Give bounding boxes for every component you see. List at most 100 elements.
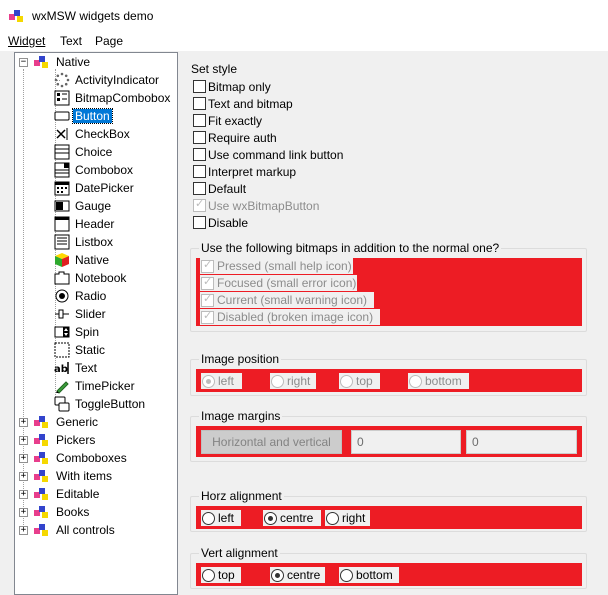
menu-page[interactable]: Page	[95, 34, 123, 48]
toggle-icon	[54, 396, 70, 412]
tree-item-radio[interactable]: Radio	[15, 287, 175, 305]
wx-logo-icon	[34, 434, 48, 446]
radio-circle[interactable]	[202, 569, 215, 582]
checkbox-box[interactable]	[193, 114, 206, 127]
radio-circle	[409, 375, 422, 388]
radio-circle	[340, 375, 353, 388]
radio-position-top: top	[339, 373, 380, 389]
radio-vert-bottom[interactable]: bottom	[339, 567, 399, 583]
checkbox-box	[201, 292, 214, 307]
tree-item-slider[interactable]: Slider	[15, 305, 175, 323]
button-icon	[54, 111, 70, 121]
tree-item-datepicker[interactable]: DatePicker	[15, 179, 175, 197]
radio-circle[interactable]	[340, 569, 353, 582]
radio-circle	[202, 375, 215, 388]
vert-alignment-title: Vert alignment	[199, 546, 280, 560]
collapse-icon[interactable]: −	[19, 58, 28, 67]
wx-logo-icon	[34, 416, 48, 428]
tree-item-activityindicator[interactable]: ActivityIndicator	[15, 71, 175, 89]
checkbox-box	[193, 197, 206, 212]
native-cube-icon	[55, 253, 69, 267]
radio-vert-centre[interactable]: centre	[270, 567, 325, 583]
tree-item-gauge[interactable]: Gauge	[15, 197, 175, 215]
tree-item-notebook[interactable]: Notebook	[15, 269, 175, 287]
checkbox-box	[201, 275, 214, 290]
bitmapcombo-icon	[54, 90, 70, 106]
radio-circle[interactable]	[202, 512, 215, 525]
listbox-icon	[54, 234, 70, 250]
tree-item-togglebutton[interactable]: ToggleButton	[15, 395, 175, 413]
checkbox-icon	[56, 128, 68, 140]
radio-vert-top[interactable]: top	[201, 567, 241, 583]
image-position-title: Image position	[199, 352, 282, 366]
tree-item-timepicker[interactable]: TimePicker	[15, 377, 175, 395]
tree-item-comboboxes[interactable]: + Comboboxes	[15, 449, 175, 467]
radio-circle[interactable]	[271, 569, 284, 582]
menu-widget[interactable]: Widget	[8, 34, 45, 48]
tree-item-native[interactable]: Native	[15, 251, 175, 269]
tree-item-bitmapcombobox[interactable]: BitmapCombobox	[15, 89, 175, 107]
pen-icon	[56, 381, 69, 394]
radio-circle[interactable]	[326, 512, 339, 525]
static-icon	[54, 342, 70, 358]
checkbox-box[interactable]	[193, 165, 206, 178]
expand-icon[interactable]: +	[19, 436, 28, 445]
tree-item-pickers[interactable]: + Pickers	[15, 431, 175, 449]
radio-circle[interactable]	[264, 512, 277, 525]
checkbox-disabled-bitmap: Disabled (broken image icon)	[200, 309, 380, 325]
tree-item-generic[interactable]: + Generic	[15, 413, 175, 431]
wx-logo-icon	[34, 488, 48, 500]
checkbox-pressed: Pressed (small help icon)	[200, 258, 353, 274]
tree-item-text[interactable]: ab Text	[15, 359, 175, 377]
image-margins-title: Image margins	[199, 409, 283, 423]
title-bar: wxMSW widgets demo	[0, 0, 608, 32]
checkbox-box[interactable]	[193, 131, 206, 144]
tree-item-books[interactable]: + Books	[15, 503, 175, 521]
tree-item-header[interactable]: Header	[15, 215, 175, 233]
tree-item-checkbox[interactable]: CheckBox	[15, 125, 175, 143]
checkbox-box[interactable]	[193, 97, 206, 110]
horz-alignment-highlight	[196, 506, 582, 529]
tree-item-choice[interactable]: Choice	[15, 143, 175, 161]
checkbox-box	[201, 258, 214, 273]
radio-horz-centre[interactable]: centre	[263, 510, 321, 526]
radio-horz-right[interactable]: right	[325, 510, 370, 526]
checkbox-box[interactable]	[193, 80, 206, 93]
checkbox-box[interactable]	[193, 148, 206, 161]
margin-vertical-field: 0	[466, 430, 577, 454]
tree-item-editable[interactable]: + Editable	[15, 485, 175, 503]
calendar-icon	[54, 181, 70, 196]
checkbox-box[interactable]	[193, 216, 206, 229]
tree-item-native-root[interactable]: − Native	[15, 53, 175, 71]
expand-icon[interactable]: +	[19, 526, 28, 535]
tree-item-all-controls[interactable]: + All controls	[15, 521, 175, 539]
widget-tree[interactable]: − Native ActivityIndicator BitmapCombobo…	[14, 52, 178, 595]
checkbox-focused: Focused (small error icon)	[200, 275, 357, 291]
expand-icon[interactable]: +	[19, 508, 28, 517]
spinner-icon	[54, 72, 70, 88]
checkbox-box[interactable]	[193, 182, 206, 195]
svg-text:ab: ab	[54, 364, 68, 375]
tree-item-combobox[interactable]: Combobox	[15, 161, 175, 179]
image-position-highlight	[196, 369, 582, 392]
expand-icon[interactable]: +	[19, 490, 28, 499]
expand-icon[interactable]: +	[19, 418, 28, 427]
set-style-title: Set style	[191, 62, 238, 76]
tree-item-spin[interactable]: Spin	[15, 323, 175, 341]
app-icon	[9, 10, 23, 22]
wx-logo-icon	[34, 452, 48, 464]
tree-item-listbox[interactable]: Listbox	[15, 233, 175, 251]
tree-item-static[interactable]: Static	[15, 341, 175, 359]
spin-icon	[54, 326, 70, 338]
window-title: wxMSW widgets demo	[32, 9, 154, 23]
radio-horz-left[interactable]: left	[201, 510, 241, 526]
tree-item-with-items[interactable]: + With items	[15, 467, 175, 485]
checkbox-box	[201, 309, 214, 324]
expand-icon[interactable]: +	[19, 454, 28, 463]
menu-text[interactable]: Text	[60, 34, 82, 48]
expand-icon[interactable]: +	[19, 472, 28, 481]
notebook-icon	[54, 271, 70, 285]
wx-logo-icon	[34, 470, 48, 482]
margin-horizontal-field: 0	[351, 430, 461, 454]
tree-item-button[interactable]: Button	[15, 107, 175, 125]
